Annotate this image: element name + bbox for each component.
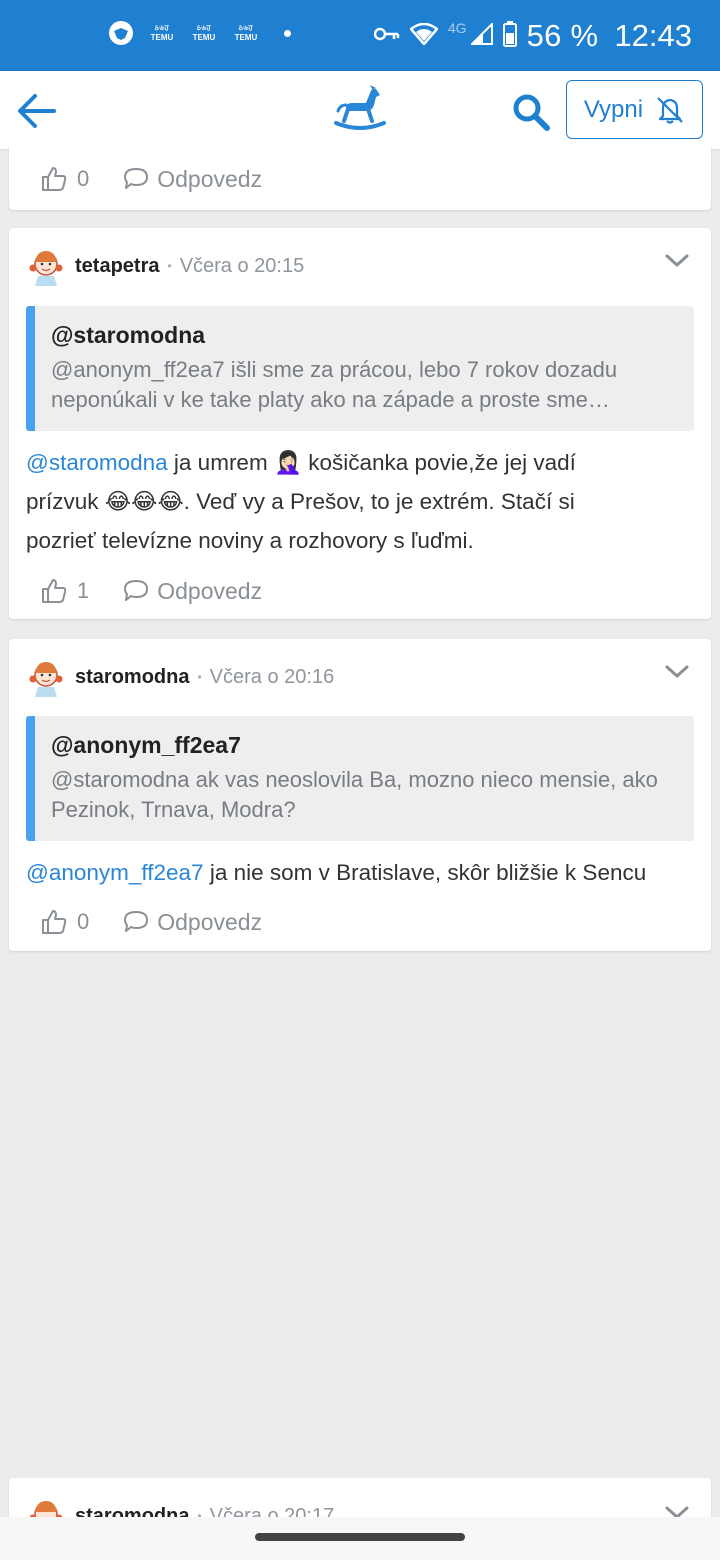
wifi-icon [409, 22, 439, 50]
temu-icon: ઠ৬ਹ TEMU [234, 25, 258, 42]
app-bird-icon [108, 20, 134, 46]
app-bar: Vypni [0, 71, 720, 149]
more-notifications-dot [284, 29, 291, 37]
thumbs-up-icon [42, 167, 67, 191]
reply-button[interactable]: Odpovedz [123, 909, 262, 936]
like-count: 1 [77, 578, 90, 603]
network-type: 4G [447, 20, 467, 36]
post-time: Včera o 20:15 [179, 254, 305, 277]
quoted-comment[interactable]: @staromodna @anonym_ff2ea7 išli sme za p… [26, 306, 694, 431]
chevron-down-icon[interactable] [663, 248, 691, 272]
vpn-key-icon [373, 26, 400, 47]
mute-notifications-button[interactable]: Vypni [566, 80, 703, 139]
rocking-horse-logo[interactable] [332, 83, 388, 133]
thumbs-up-icon [42, 579, 67, 603]
username[interactable]: tetapetra [75, 255, 159, 278]
comment-card: staromodna • Včera o 20:16 @anonym_ff2ea… [9, 639, 711, 951]
notification-icons: ઠ৬ਹ TEMU ઠ৬ਹ TEMU ઠ৬ਹ TEMU [108, 20, 291, 46]
battery-percent: 56 % [526, 18, 599, 53]
like-count: 0 [77, 166, 90, 191]
quote-text: @anonym_ff2ea7 išli sme za prácou, lebo … [51, 357, 618, 412]
reply-button[interactable]: Odpovedz [123, 578, 262, 605]
mute-label: Vypni [583, 95, 644, 123]
battery-icon [502, 20, 517, 52]
comment-card: 0 Odpovedz [9, 140, 711, 210]
signal-icon [469, 21, 493, 50]
username[interactable]: staromodna [75, 666, 189, 689]
comment-icon [124, 168, 149, 189]
search-icon [513, 94, 550, 131]
comment-icon [124, 580, 149, 601]
arrow-left-icon [18, 94, 56, 128]
mention-link[interactable]: @anonym_ff2ea7 [26, 860, 204, 885]
like-button[interactable]: 0 [41, 166, 89, 192]
like-count: 0 [77, 909, 90, 934]
quote-author: @anonym_ff2ea7 [51, 732, 241, 758]
search-button[interactable] [508, 89, 554, 135]
post-time: Včera o 20:16 [209, 665, 335, 688]
temu-icon: ઠ৬ਹ TEMU [150, 25, 174, 42]
quoted-comment[interactable]: @anonym_ff2ea7 @staromodna ak vas neoslo… [26, 716, 694, 841]
quote-author: @staromodna [51, 322, 206, 348]
bell-off-icon [657, 96, 683, 124]
thumbs-up-icon [42, 910, 67, 934]
chevron-down-icon[interactable] [663, 659, 691, 683]
like-button[interactable]: 0 [41, 909, 89, 935]
home-gesture-pill[interactable] [255, 1533, 465, 1541]
comment-text: @anonym_ff2ea7 ja nie som v Bratislave, … [26, 860, 647, 885]
back-button[interactable] [14, 89, 58, 133]
mention-link[interactable]: @staromodna [26, 450, 168, 475]
comment-icon [124, 911, 149, 932]
like-button[interactable]: 1 [41, 578, 89, 604]
status-bar: ઠ৬ਹ TEMU ઠ৬ਹ TEMU ઠ৬ਹ TEMU 4G 56 % 12:43 [0, 0, 720, 71]
avatar[interactable] [27, 657, 65, 697]
temu-icon: ઠ৬ਹ TEMU [192, 25, 216, 42]
clock: 12:43 [614, 18, 692, 53]
quote-text: @staromodna ak vas neoslovila Ba, mozno … [51, 767, 658, 822]
avatar[interactable] [27, 246, 65, 286]
reply-button[interactable]: Odpovedz [123, 166, 262, 193]
comment-text: @staromodna ja umrem 🤦🏻‍♀️ košičanka pov… [26, 450, 576, 553]
comment-card: tetapetra • Včera o 20:15 @staromodna @a… [9, 228, 711, 619]
